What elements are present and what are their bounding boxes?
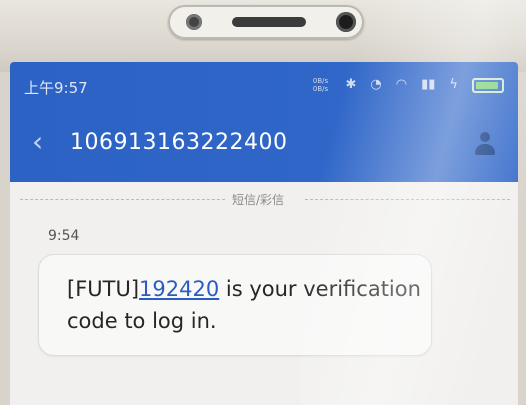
chevron-left-icon[interactable]: ‹ — [32, 128, 43, 156]
message-type-label: 短信/彩信 — [232, 193, 285, 207]
net-speed-download: 0B/s — [312, 85, 329, 93]
battery-icon — [472, 77, 504, 93]
sender-number: 106913163222400 — [70, 130, 288, 155]
phone-screen: 上午9:57 0B/s 0B/s ✱ ◔ ◠ ▮▮ ϟ ‹ 1069131632… — [10, 62, 518, 405]
front-camera — [336, 12, 356, 32]
message-thread: 短信/彩信 9:54 [FUTU]192420 is your verifica… — [10, 182, 518, 405]
contact-person-icon[interactable] — [474, 132, 496, 156]
net-speed-upload: 0B/s — [312, 77, 329, 85]
divider-right — [305, 199, 510, 200]
status-bar: 上午9:57 0B/s 0B/s ✱ ◔ ◠ ▮▮ ϟ — [10, 62, 518, 106]
status-time: 上午9:57 — [24, 79, 88, 97]
status-icons: 0B/s 0B/s ✱ ◔ ◠ ▮▮ ϟ — [310, 77, 504, 93]
alarm-icon: ◔ — [370, 77, 382, 92]
message-bubble[interactable]: [FUTU]192420 is your verification code t… — [38, 254, 432, 356]
wifi-icon: ◠ — [395, 77, 408, 92]
network-speed: 0B/s 0B/s — [310, 77, 332, 93]
message-sender-tag: [FUTU] — [67, 277, 140, 301]
message-timestamp: 9:54 — [48, 228, 80, 244]
charging-icon: ϟ — [449, 77, 458, 92]
message-text: [FUTU]192420 is your verification code t… — [67, 273, 427, 337]
divider-left — [20, 199, 225, 200]
bluetooth-icon: ✱ — [345, 77, 357, 92]
verification-code-link[interactable]: 192420 — [139, 277, 219, 301]
sms-app-header: 上午9:57 0B/s 0B/s ✱ ◔ ◠ ▮▮ ϟ ‹ 1069131632… — [10, 62, 518, 182]
proximity-sensor — [186, 14, 202, 30]
signal-icon: ▮▮ — [421, 77, 436, 92]
earpiece-speaker — [232, 17, 306, 27]
